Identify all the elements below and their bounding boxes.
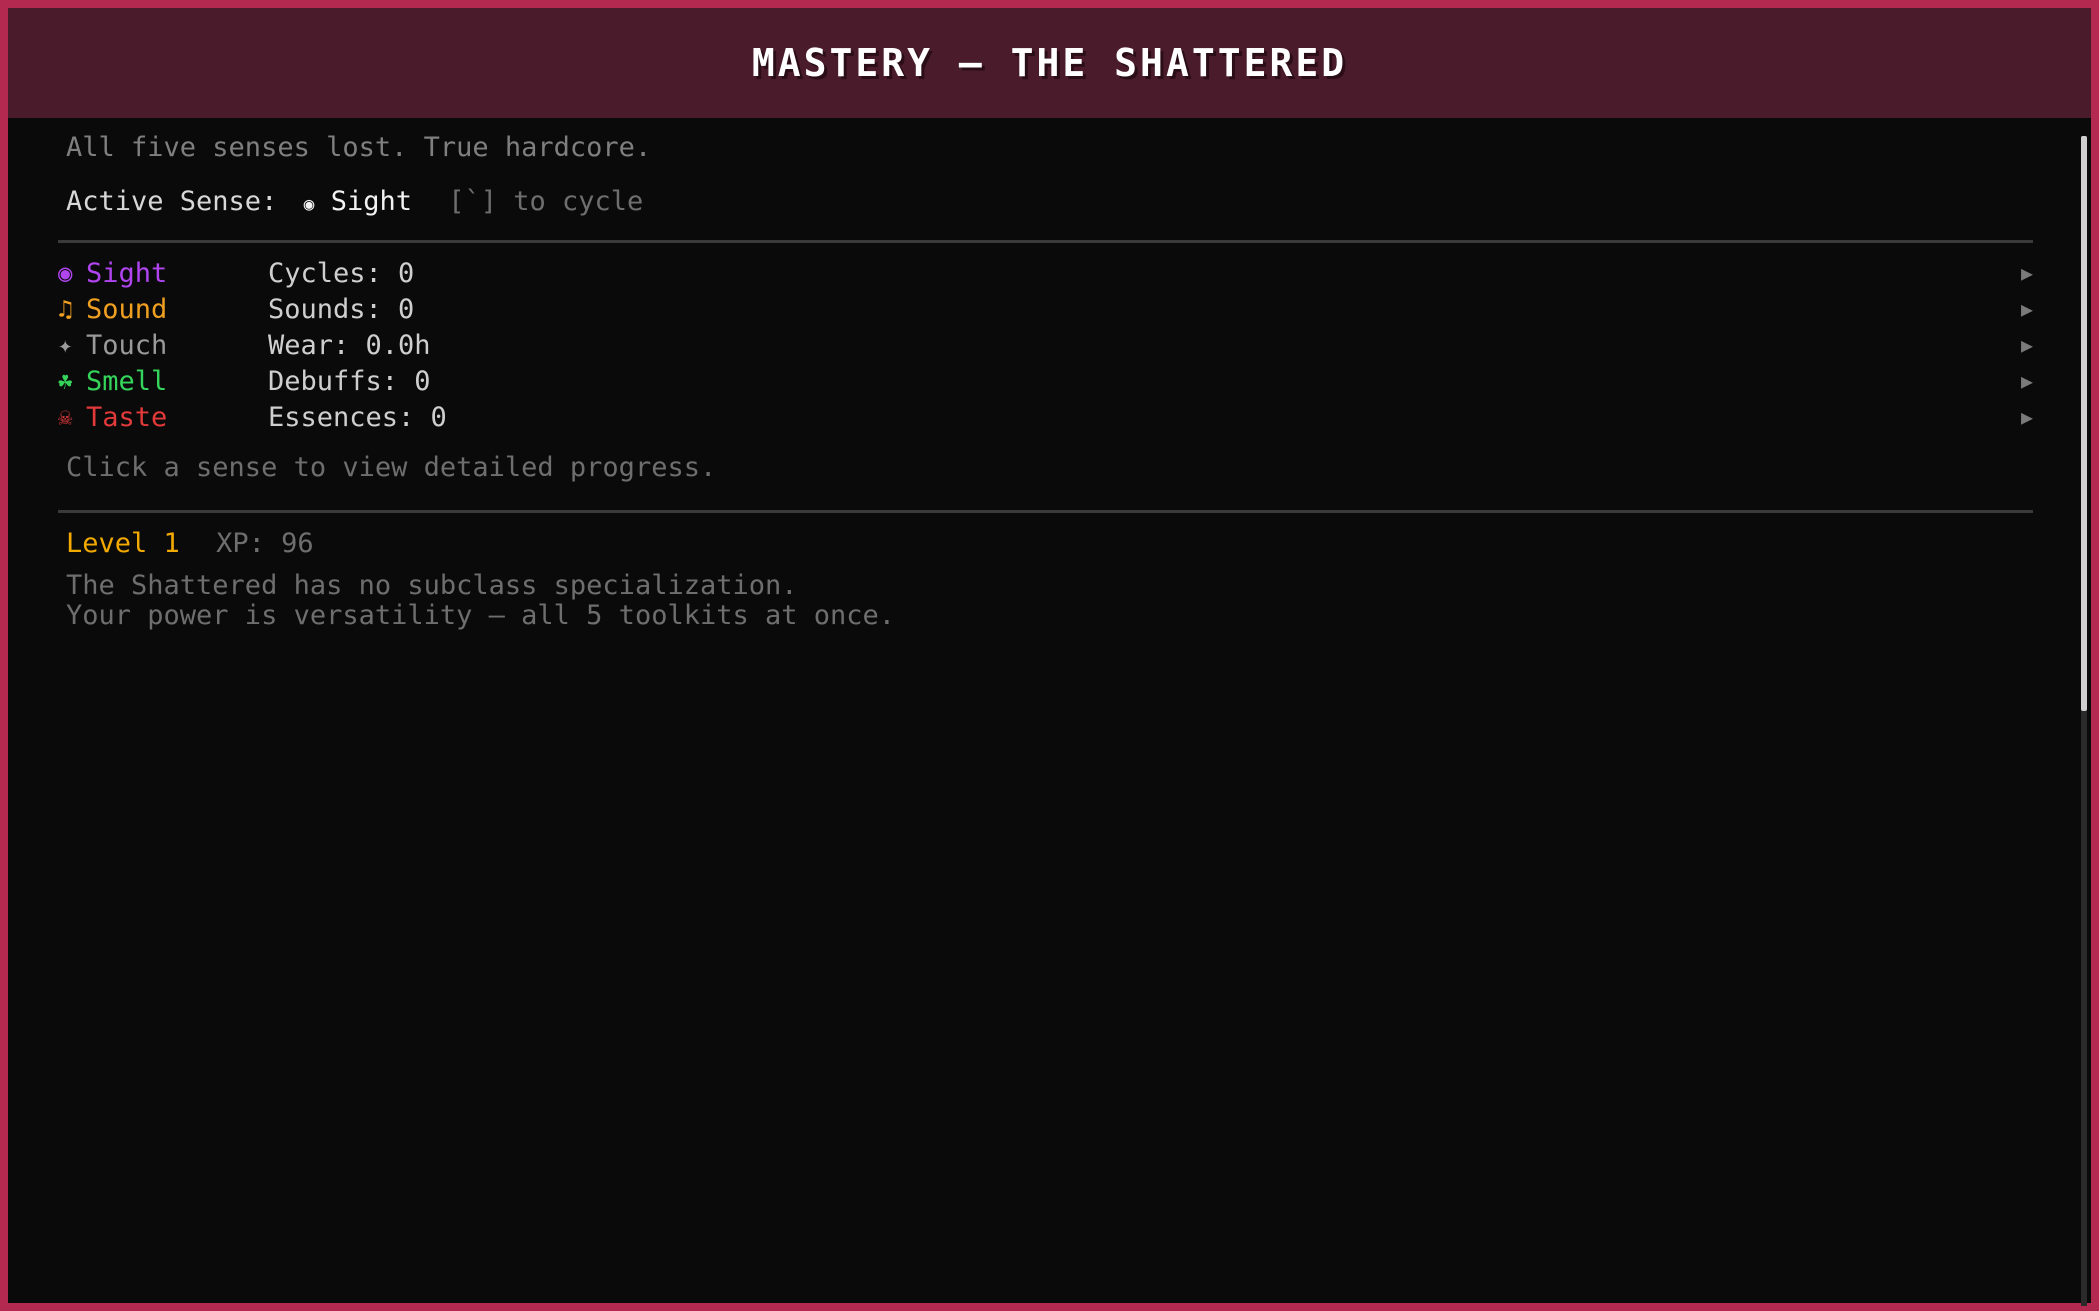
sense-row-sound[interactable]: ♫ Sound Sounds: 0 ▶ xyxy=(58,292,2033,326)
expand-arrow-icon[interactable]: ▶ xyxy=(2013,261,2033,285)
nose-icon: ☘ xyxy=(58,367,73,395)
level-line: Level 1 XP: 96 xyxy=(66,528,314,559)
sense-row-sight[interactable]: ◉ Sight Cycles: 0 ▶ xyxy=(58,256,2033,290)
window-title: MASTERY — THE SHATTERED xyxy=(751,41,1348,85)
divider-bottom xyxy=(58,510,2033,513)
expand-arrow-icon[interactable]: ▶ xyxy=(2013,333,2033,357)
active-sense-value[interactable]: Sight xyxy=(331,186,412,217)
music-note-icon: ♫ xyxy=(58,295,73,323)
sense-name: Smell xyxy=(86,365,168,397)
versatility-note: Your power is versatility — all 5 toolki… xyxy=(66,600,896,631)
active-sense-label: Active Sense: xyxy=(66,186,278,217)
sense-stat: Sounds: 0 xyxy=(268,293,415,325)
senses-hint: Click a sense to view detailed progress. xyxy=(66,452,717,483)
expand-arrow-icon[interactable]: ▶ xyxy=(2013,297,2033,321)
active-sense-line: Active Sense: ◉ Sight [`] to cycle xyxy=(66,186,643,217)
active-sense-eye-icon: ◉ xyxy=(303,194,315,215)
scrollbar-thumb[interactable] xyxy=(2081,136,2087,711)
eye-icon: ◉ xyxy=(58,259,73,287)
level-label: Level 1 xyxy=(66,528,180,559)
sense-name: Sound xyxy=(86,293,168,325)
mastery-window: MASTERY — THE SHATTERED All five senses … xyxy=(0,0,2099,1311)
divider-top xyxy=(58,240,2033,243)
expand-arrow-icon[interactable]: ▶ xyxy=(2013,405,2033,429)
class-description: All five senses lost. True hardcore. xyxy=(66,132,652,163)
sense-stat: Essences: 0 xyxy=(268,401,447,433)
sense-name: Sight xyxy=(86,257,168,289)
sense-name: Taste xyxy=(86,401,168,433)
skull-icon: ☠ xyxy=(58,403,73,431)
hand-icon: ✦ xyxy=(58,331,73,359)
sense-row-taste[interactable]: ☠ Taste Essences: 0 ▶ xyxy=(58,400,2033,434)
xp-value: XP: 96 xyxy=(216,528,314,559)
window-header: MASTERY — THE SHATTERED xyxy=(8,8,2091,118)
sense-name: Touch xyxy=(86,329,168,361)
expand-arrow-icon[interactable]: ▶ xyxy=(2013,369,2033,393)
sense-stat: Wear: 0.0h xyxy=(268,329,431,361)
sense-row-smell[interactable]: ☘ Smell Debuffs: 0 ▶ xyxy=(58,364,2033,398)
sense-row-touch[interactable]: ✦ Touch Wear: 0.0h ▶ xyxy=(58,328,2033,362)
subclass-note: The Shattered has no subclass specializa… xyxy=(66,570,798,601)
cycle-hint: [`] to cycle xyxy=(448,186,644,217)
sense-stat: Debuffs: 0 xyxy=(268,365,431,397)
sense-stat: Cycles: 0 xyxy=(268,257,415,289)
